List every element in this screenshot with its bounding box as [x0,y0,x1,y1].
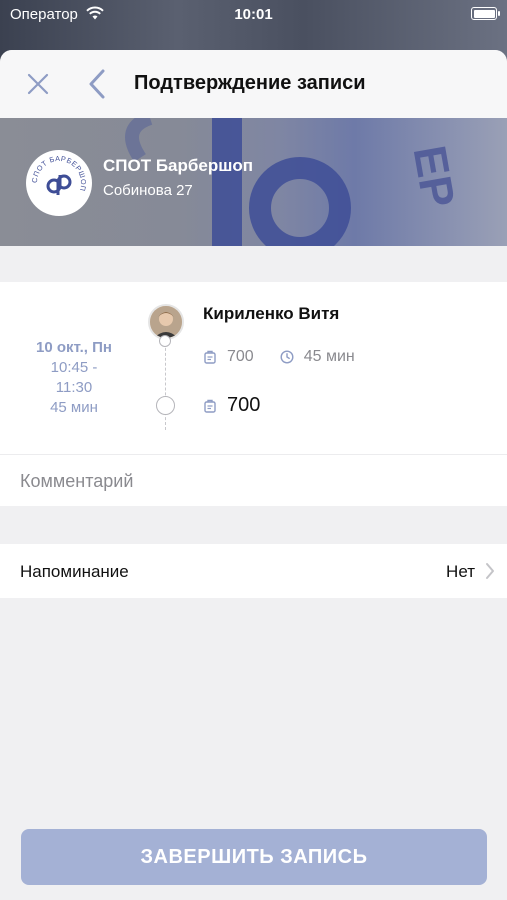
service-price: 700 [227,348,254,365]
page-title: Подтверждение записи [134,72,366,94]
salon-banner: EP СПОТ БАРБЕРШОП СПОТ Барбершоп Собинов… [0,118,507,246]
booking-confirmation-sheet: Подтверждение записи EP СПОТ БАРБЕРШОП С… [0,50,507,900]
clock-icon [280,350,294,364]
comment-input[interactable] [20,455,490,507]
service-duration: 45 мин [303,348,355,365]
appointment-time-end: 11:30 [55,379,93,396]
service-info: 700 45 мин [203,348,355,366]
svg-text:EP: EP [403,142,465,211]
comment-row [0,454,507,507]
reminder-value: Нет [446,562,475,581]
price-tag-icon [204,399,216,413]
appointment-time-start: 10:45 - [50,359,98,376]
status-bar: Оператор 10:01 [0,0,507,30]
appointment-duration: 45 мин [50,399,98,416]
battery-icon [471,7,500,20]
price-tag-icon [204,350,216,364]
master-name: Кириленко Витя [203,304,340,323]
nav-bar: Подтверждение записи [0,50,507,118]
chevron-right-icon [486,563,494,579]
back-chevron-icon[interactable] [86,68,108,100]
clock: 10:01 [234,6,273,23]
salon-name: СПОТ Барбершоп [103,156,254,175]
close-icon[interactable] [24,70,52,98]
spacer [0,246,507,282]
timeline-dot-total [156,396,175,415]
complete-booking-button[interactable]: ЗАВЕРШИТЬ ЗАПИСЬ [21,829,487,885]
timeline-line [165,338,167,430]
salon-logo-mark: СПОТ БАРБЕРШОП [30,154,87,195]
reminder-row[interactable]: Напоминание Нет [0,544,507,598]
service-duration-group: 45 мин [280,348,355,366]
timeline-dot-service [159,335,171,347]
total-info: 700 [203,394,260,417]
salon-logo: СПОТ БАРБЕРШОП [26,150,92,216]
total-price: 700 [227,394,261,416]
appointment-datetime: 10 окт., Пн 10:45 - 11:30 45 мин [0,338,148,418]
spacer [0,506,507,544]
master-avatar-image [150,306,182,338]
appointment-card: 10 окт., Пн 10:45 - 11:30 45 мин Кирилен… [0,282,507,454]
appointment-date: 10 окт., Пн [36,339,112,356]
salon-address: Собинова 27 [103,182,193,199]
reminder-label: Напоминание [20,562,129,581]
